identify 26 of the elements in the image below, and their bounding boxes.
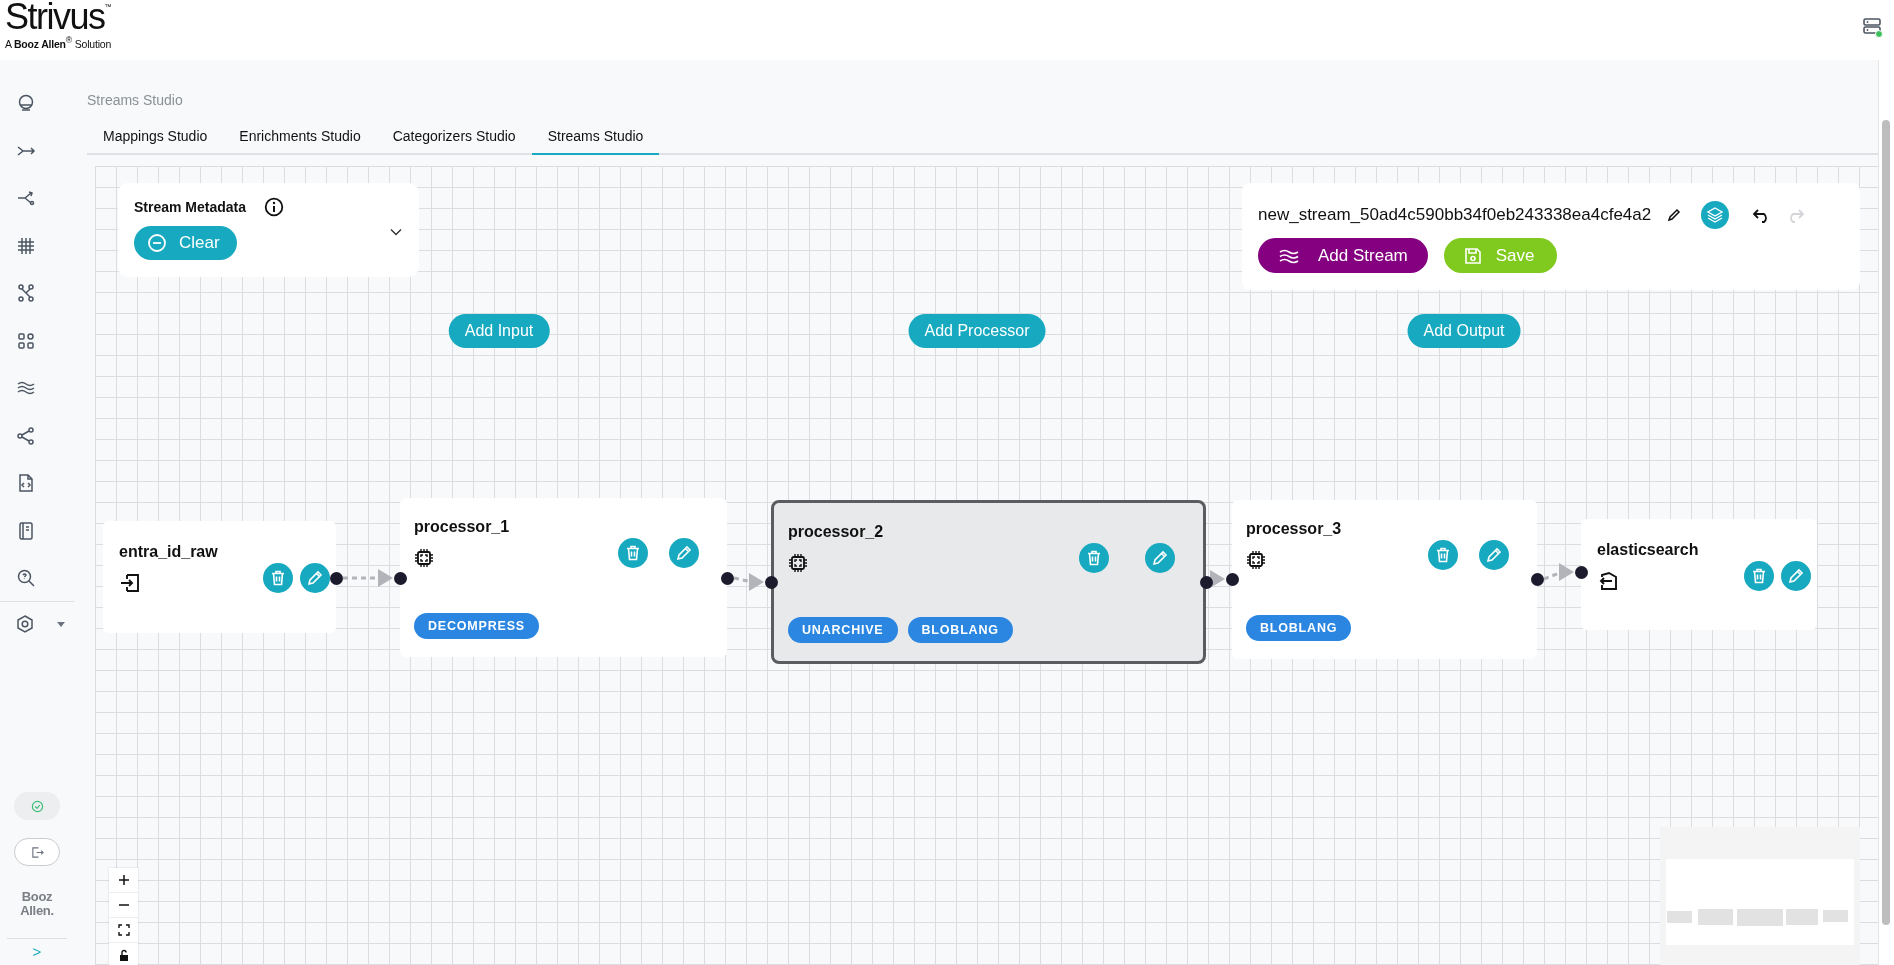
node-card[interactable]: processor_2 UNARCHIVE BLOBLANG xyxy=(771,500,1206,664)
node-card[interactable]: entra_id_raw xyxy=(103,521,336,633)
company-logo-text: Allen. xyxy=(20,904,54,918)
node-title: processor_2 xyxy=(788,523,884,541)
node-title: processor_1 xyxy=(414,518,510,536)
node-title: processor_3 xyxy=(1246,520,1342,538)
tab[interactable]: Streams Studio xyxy=(531,121,660,155)
tab[interactable]: Mappings Studio xyxy=(87,121,224,155)
node-card[interactable]: processor_1 DECOMPRESS xyxy=(400,498,727,657)
processor-tag: UNARCHIVE xyxy=(788,617,898,643)
node-card[interactable]: elasticsearch xyxy=(1581,519,1817,630)
stream-name: new_stream_50ad4c590bb34f0eb243338ea4cfe4a2 xyxy=(1258,205,1652,225)
add-stream-button[interactable]: Add Stream xyxy=(1258,238,1428,273)
processor-tag: BLOBLANG xyxy=(907,617,1013,643)
node-title: entra_id_raw xyxy=(119,543,218,561)
processor-tag: DECOMPRESS xyxy=(414,613,539,639)
tab[interactable]: Enrichments Studio xyxy=(223,121,377,155)
node-title: elasticsearch xyxy=(1597,541,1699,559)
breadcrumb: Streams Studio xyxy=(87,91,184,109)
brand-logo: Strivus xyxy=(5,0,105,34)
company-logo-text: Booz xyxy=(21,890,53,904)
panel-title: Stream Metadata xyxy=(134,199,247,215)
brand-tagline: A Booz Allen$^{®}$ Solution xyxy=(5,35,112,50)
processor-tag: BLOBLANG xyxy=(1246,615,1352,641)
tab[interactable]: Categorizers Studio xyxy=(376,121,532,155)
node-card[interactable]: processor_3 BLOBLANG xyxy=(1232,500,1537,659)
